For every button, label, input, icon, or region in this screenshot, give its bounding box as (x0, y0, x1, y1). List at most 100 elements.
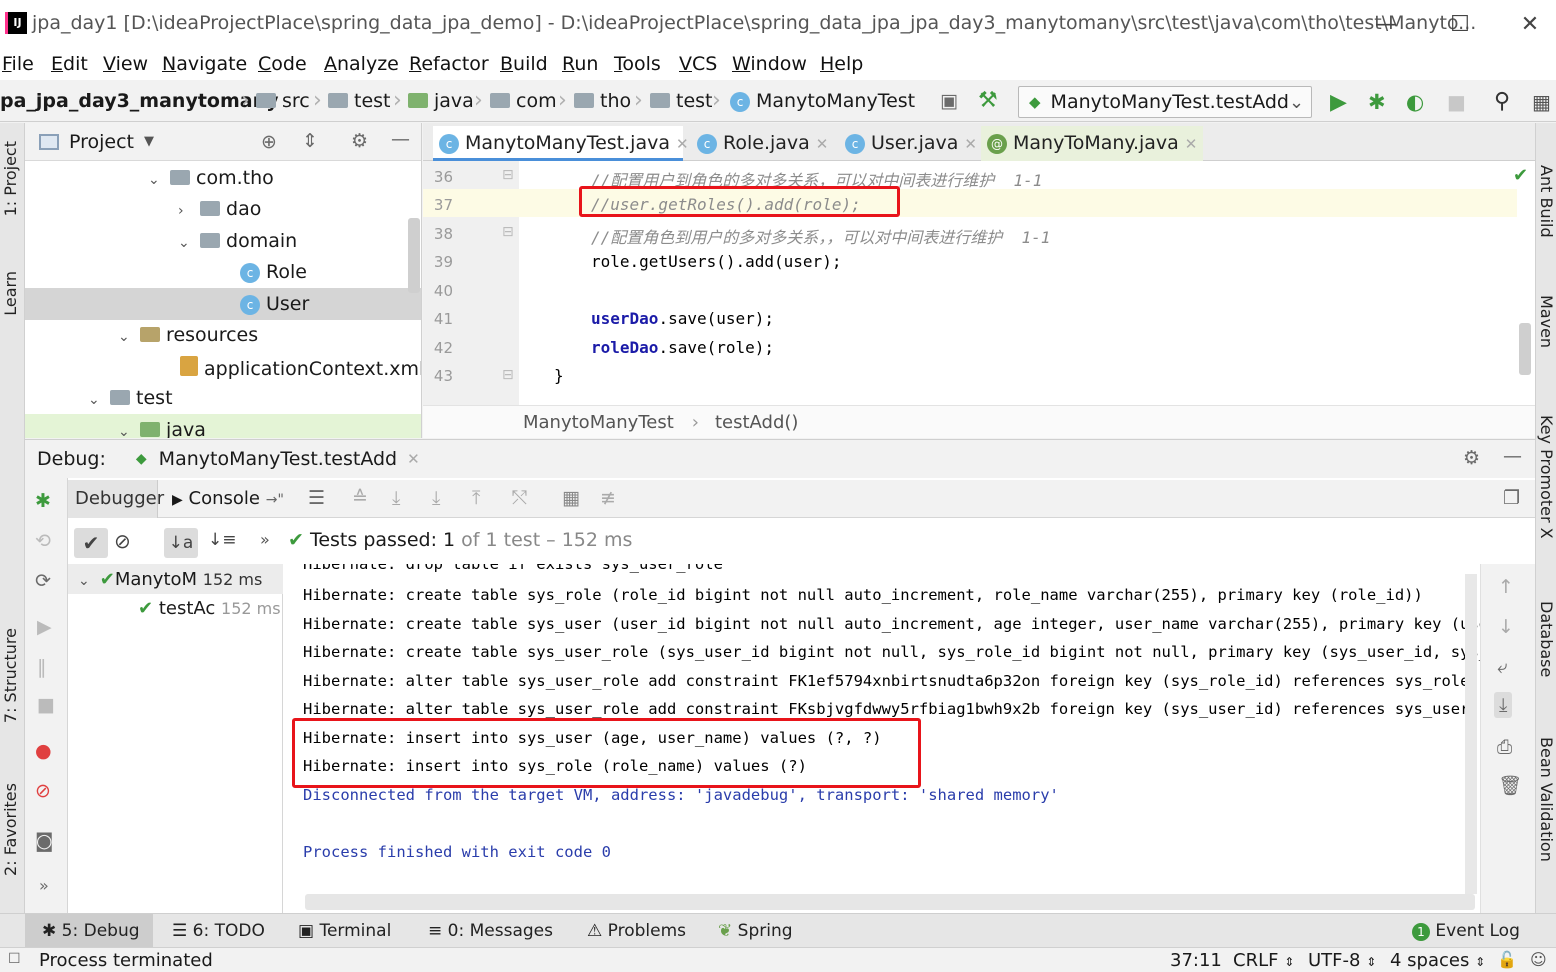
code-line-41[interactable]: userDao.save(user); (591, 309, 774, 328)
minimize-button[interactable]: — (1366, 8, 1406, 42)
close-icon[interactable]: ✕ (407, 450, 420, 468)
file-encoding[interactable]: UTF-8 ⇕ (1308, 950, 1376, 971)
tab-manytomany[interactable]: @ ManyToMany.java ✕ (981, 126, 1203, 161)
trace-icon[interactable]: ≢ (600, 487, 616, 509)
close-icon[interactable]: ✕ (1185, 135, 1198, 153)
print-icon[interactable]: ⎙ (1497, 736, 1512, 758)
crumb-test-pkg[interactable]: test (650, 90, 713, 112)
tree-item-com-tho[interactable]: ⌄ com.tho (148, 167, 274, 189)
crumb-src[interactable]: src (256, 90, 310, 112)
rerun-failed-icon[interactable]: ⟲ (35, 530, 51, 552)
menu-vcs[interactable]: VCS (679, 53, 717, 75)
crumb-java[interactable]: java (408, 90, 474, 112)
tree-item-java[interactable]: ⌄ java (118, 419, 206, 438)
arrow-up-icon[interactable]: ↑ (1498, 576, 1514, 598)
tool-tab-project[interactable]: 1: Project (1, 141, 20, 216)
fold-icon[interactable]: ⊟ (502, 224, 514, 240)
test-suite-item[interactable]: ⌄ ✔ManytoM 152 ms (78, 569, 262, 590)
evaluate-icon[interactable]: ▦ (562, 487, 580, 509)
hide-panel-icon[interactable]: — (391, 128, 410, 150)
tree-item-domain[interactable]: ⌄ domain (178, 230, 297, 252)
step-over-icon[interactable]: ⤓ (392, 487, 400, 509)
tree-item-user[interactable]: c User (240, 293, 309, 315)
search-icon[interactable]: ⚲ (1494, 89, 1510, 114)
code-line-42[interactable]: roleDao.save(role); (591, 338, 774, 357)
close-icon[interactable]: ✕ (676, 135, 689, 153)
step-out-icon[interactable]: ⤒ (472, 487, 480, 509)
menu-build[interactable]: Build (500, 53, 548, 75)
stop-icon[interactable]: ■ (37, 694, 55, 716)
scroll-to-end-icon[interactable]: ⤓ (1494, 692, 1513, 718)
collapse-all-icon[interactable]: ⇕ (302, 130, 318, 152)
debug-bug-icon[interactable]: ✱ (1368, 90, 1386, 114)
soft-wrap-icon[interactable]: ⤶ (1497, 656, 1508, 678)
menu-view[interactable]: View (103, 53, 148, 75)
crumb-tho[interactable]: tho (574, 90, 631, 112)
sort-duration-icon[interactable]: ↓≡ (208, 530, 237, 550)
breakpoints-icon[interactable]: ● (35, 740, 52, 762)
close-button[interactable]: ✕ (1510, 8, 1550, 42)
tool-tab-maven[interactable]: Maven (1537, 295, 1556, 348)
hide-panel-icon[interactable]: — (1503, 445, 1522, 467)
tab-manytomanytest[interactable]: c ManytoManyTest.java ✕ (433, 126, 689, 161)
breadcrumb-method[interactable]: testAdd() (715, 412, 798, 433)
gear-icon[interactable]: ⚙ (351, 130, 368, 152)
tab-user[interactable]: c User.java ✕ (839, 126, 977, 161)
gear-icon[interactable]: ⚙ (1463, 447, 1480, 469)
tool-window-spring[interactable]: ❦ Spring (718, 921, 793, 941)
crumb-class[interactable]: c ManytoManyTest (730, 90, 915, 112)
toggle-tool-windows-icon[interactable]: ☐ (8, 951, 21, 967)
pause-icon[interactable]: ‖ (37, 656, 47, 678)
tree-item-dao[interactable]: › dao (178, 198, 261, 220)
code-line-43[interactable]: } (554, 366, 564, 385)
run-window-icon[interactable]: ▣ (940, 90, 958, 112)
caret-position[interactable]: 37:11 (1170, 950, 1222, 971)
menu-analyze[interactable]: Analyze (324, 53, 399, 75)
run-icon[interactable]: ▶ (1330, 90, 1347, 115)
debug-session-tab[interactable]: ManytoManyTest.testAdd (159, 448, 397, 470)
tool-window-todo[interactable]: ☰ 6: TODO (172, 921, 265, 941)
code-line-39[interactable]: role.getUsers().add(user); (591, 252, 841, 271)
run-config-select[interactable]: ◆ ManytoManyTest.testAdd ⌄ (1018, 86, 1312, 118)
tool-tab-database[interactable]: Database (1537, 601, 1556, 677)
indent-setting[interactable]: 4 spaces ⇕ (1390, 950, 1485, 971)
menu-help[interactable]: Help (820, 53, 863, 75)
menu-code[interactable]: Code (258, 53, 307, 75)
tree-item-resources[interactable]: ⌄ resources (118, 324, 258, 346)
restore-layout-icon[interactable]: ⟳ (35, 570, 51, 592)
code-line-38[interactable]: //配置角色到用户的多对多关系，，可以对中间表进行维护 1-1 (591, 224, 1050, 248)
tool-tab-bean-validation[interactable]: Bean Validation (1537, 737, 1556, 862)
crumb-test[interactable]: test (328, 90, 391, 112)
more-icon[interactable]: » (260, 530, 270, 549)
more-icon[interactable]: » (39, 876, 49, 895)
run-to-cursor-icon[interactable]: ⤲ (512, 487, 527, 509)
close-icon[interactable]: ✕ (816, 135, 829, 153)
tool-tab-favorites[interactable]: 2: Favorites (1, 783, 20, 876)
show-ignored-icon[interactable]: ⊘ (114, 529, 131, 553)
hector-icon[interactable]: ☺ (1530, 950, 1547, 969)
tree-item-application-context[interactable]: applicationContext.xml (180, 356, 421, 380)
close-icon[interactable]: ✕ (964, 135, 977, 153)
trash-icon[interactable]: 🗑 (1498, 774, 1522, 797)
maximize-button[interactable]: ☐ (1440, 8, 1480, 42)
locate-target-icon[interactable]: ⊕ (261, 131, 277, 153)
mute-breakpoints-icon[interactable]: ⊘ (35, 780, 51, 802)
line-separator[interactable]: CRLF ⇕ (1233, 950, 1294, 971)
build-hammer-icon[interactable]: ⚒ (978, 88, 998, 113)
console-output[interactable]: Hibernate: drop table if exists sys_user… (285, 564, 1480, 914)
tool-tab-learn[interactable]: Learn (1, 271, 20, 316)
arrow-down-icon[interactable]: ↓ (1498, 616, 1514, 638)
menu-lines-icon[interactable]: ☰ (308, 487, 325, 509)
breadcrumb-class[interactable]: ManytoManyTest (523, 412, 674, 433)
tool-window-messages[interactable]: ≡ 0: Messages (428, 921, 553, 941)
test-case-item[interactable]: ✔ testAc 152 ms (138, 598, 281, 619)
tool-window-problems[interactable]: ⚠ Problems (587, 921, 686, 941)
camera-icon[interactable]: ◙ (35, 830, 53, 852)
console-vertical-scrollbar[interactable] (1465, 574, 1477, 894)
inspection-ok-icon[interactable]: ✔ (1513, 165, 1528, 186)
tool-tab-key-promoter[interactable]: Key Promoter X (1537, 415, 1556, 539)
tree-item-test[interactable]: ⌄ test (88, 387, 173, 409)
fold-icon[interactable]: ⊟ (502, 367, 514, 383)
step-into-icon[interactable]: ⤓ (432, 487, 440, 509)
fold-icon[interactable]: ⊟ (502, 167, 514, 183)
